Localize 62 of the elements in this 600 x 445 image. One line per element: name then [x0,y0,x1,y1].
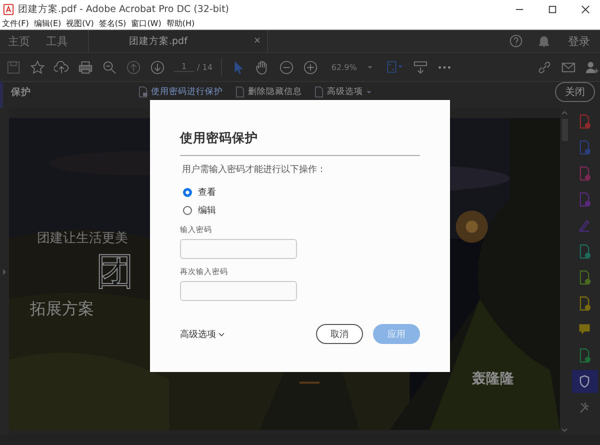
nav-tab[interactable]: 工具 [44,34,78,48]
print-icon[interactable] [78,60,93,74]
cloud-upload-icon[interactable] [54,60,69,74]
advanced-options-link[interactable]: 高级选项 [180,328,225,340]
protect-action[interactable]: 高级选项 [314,86,372,98]
zoom-dropdown[interactable]: 62.9% [327,62,377,72]
page-count: / 14 [197,62,212,72]
scroll-down-icon[interactable] [561,428,568,433]
password-field[interactable] [180,281,297,301]
close-button[interactable]: 关闭 [555,82,595,102]
scroll-up-icon[interactable] [561,110,568,115]
window-title: 团建方案.pdf - Adobe Acrobat Pro DC (32-bit) [18,2,230,16]
pdf-icon [3,4,14,14]
panel-title: 保护 [10,86,31,98]
document-text: 拓展方案 [30,299,94,320]
document-text: 团 [96,248,134,295]
page-number-field[interactable]: 1 [174,62,194,72]
nav-tab[interactable]: 主页 [6,34,40,48]
menu-item[interactable]: 文件(F) [2,18,29,29]
document-text: 轰隆隆 [472,370,514,388]
plus-circle-icon[interactable] [303,60,318,74]
dialog-description: 用户需输入密码才能进行以下操作： [181,164,327,176]
dialog-title: 使用密码保护 [180,130,259,147]
chevron-icon [218,332,225,336]
close-icon[interactable] [581,4,590,14]
menu-item[interactable]: 编辑(E) [34,18,62,29]
bell-icon[interactable] [537,34,551,48]
arrow-up-circle-icon[interactable] [126,60,141,74]
document-tab[interactable]: 团建方案.pdf × [88,30,268,52]
save-icon[interactable] [6,60,21,74]
menu-item[interactable]: 签名(S) [98,18,126,29]
tool-button[interactable] [572,370,598,393]
protect-action[interactable]: 使用密码进行保护 [138,86,223,98]
radio-button[interactable] [183,206,192,215]
lock-document-icon [138,86,148,98]
password-field[interactable] [180,239,297,259]
radio-label[interactable]: 编辑 [198,204,216,217]
protect-action[interactable]: 删除隐藏信息 [235,86,302,98]
document-icon [314,86,324,98]
radio-label[interactable]: 查看 [198,186,216,199]
sign-in-link[interactable]: 登录 [568,34,590,48]
menu-item[interactable]: 帮助(H) [166,18,195,29]
help-icon[interactable] [509,34,523,48]
radio-button[interactable] [183,188,192,197]
star-icon[interactable] [30,60,45,74]
caret-icon [366,89,372,95]
link-icon[interactable] [537,60,552,74]
menu-item[interactable]: 窗口(W) [131,18,162,29]
menu-item[interactable]: 视图(V) [66,18,94,29]
zoom-out-icon[interactable] [102,60,117,74]
add-user-icon[interactable] [585,60,600,74]
caret-icon [366,64,373,70]
page-fit-icon[interactable] [386,60,404,74]
expand-icon[interactable] [3,268,6,274]
arrow-down-circle-icon[interactable] [150,60,165,74]
minus-circle-icon[interactable] [279,60,294,74]
scrollbar-thumb[interactable] [562,119,568,141]
document-icon [235,86,245,98]
maximize-icon[interactable] [548,4,557,14]
document-text: 团建让生活更美 [37,230,128,247]
cancel-button[interactable]: 取消 [316,324,363,344]
insert-page-icon[interactable] [412,60,428,74]
